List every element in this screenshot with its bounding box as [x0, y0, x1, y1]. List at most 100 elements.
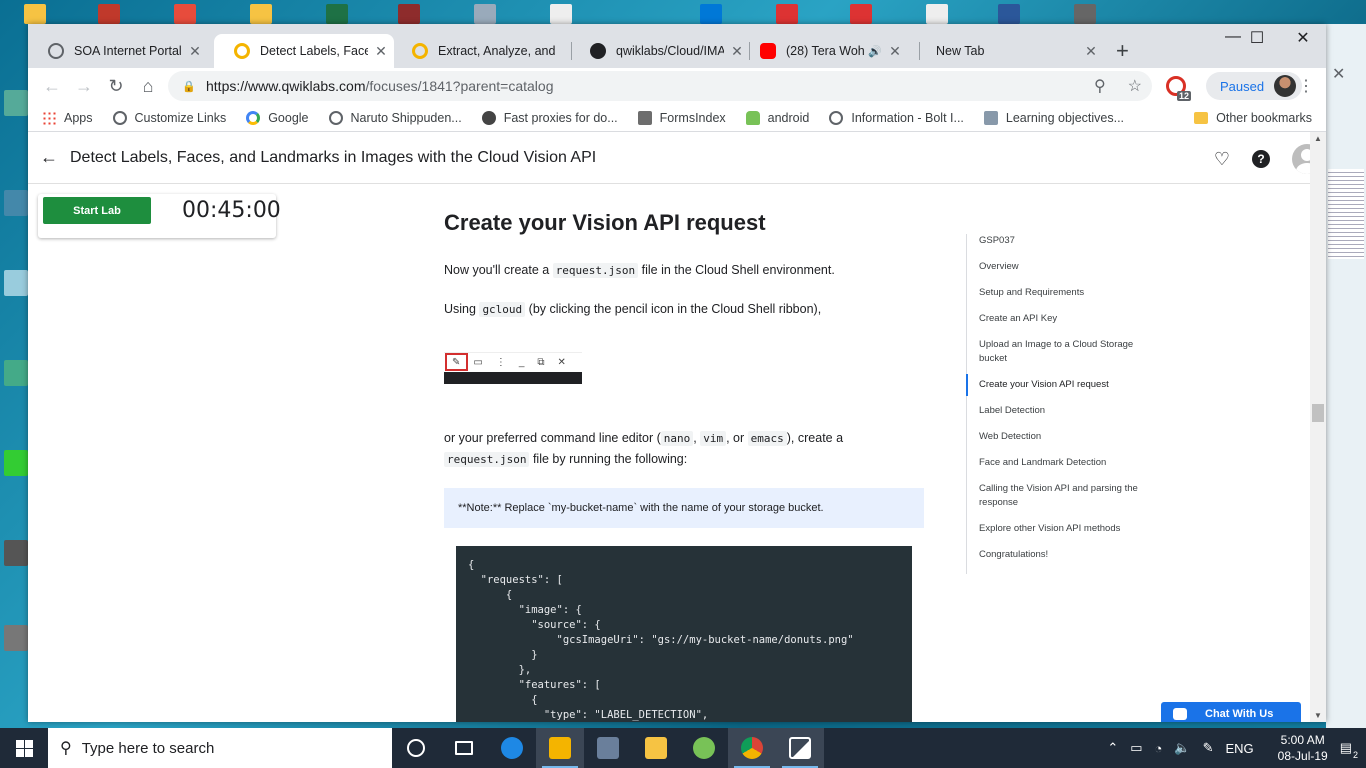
- extension-badge: 12: [1176, 91, 1191, 101]
- tab-youtube[interactable]: (28) Tera Woh Pyar🔊✕: [740, 34, 920, 68]
- minimap: [1328, 169, 1364, 259]
- forward-icon[interactable]: →: [68, 76, 100, 97]
- utorrent-icon[interactable]: [2, 450, 30, 478]
- chat-with-us-button[interactable]: Chat With Us: [1161, 702, 1301, 722]
- toc-item[interactable]: Create your Vision API request: [966, 374, 1146, 396]
- browser-window: SOA Internet Portal ✕ Detect Labels, Face…: [28, 24, 1326, 722]
- zoom-icon[interactable]: ⚲: [1094, 76, 1106, 96]
- lab-timer: 00:45:00: [182, 198, 281, 223]
- page-scrollbar[interactable]: ▲ ▼: [1310, 132, 1326, 722]
- other-bookmarks[interactable]: Other bookmarks: [1194, 111, 1312, 125]
- bookmark-proxies[interactable]: Fast proxies for do...: [481, 110, 618, 125]
- toc-item[interactable]: Explore other Vision API methods: [979, 522, 1146, 536]
- toc-item[interactable]: Upload an Image to a Cloud Storage bucke…: [979, 338, 1146, 366]
- toc-item[interactable]: Create an API Key: [979, 312, 1146, 326]
- menu-icon[interactable]: ⋮: [1298, 76, 1314, 96]
- taskbar-chrome[interactable]: [728, 728, 776, 768]
- desktop-icon[interactable]: [2, 540, 30, 568]
- language-indicator[interactable]: ENG: [1226, 741, 1254, 756]
- folder-icon: [645, 737, 667, 759]
- close-icon[interactable]: ✕: [182, 43, 208, 60]
- tab-github[interactable]: qwiklabs/Cloud/IMA ✕: [570, 34, 750, 68]
- toc-item[interactable]: Web Detection: [979, 430, 1146, 444]
- chevron-up-icon[interactable]: ⌃: [1107, 740, 1118, 756]
- tab-new-tab[interactable]: New Tab ✕: [916, 34, 1104, 68]
- speaker-icon: 🔊: [868, 45, 882, 58]
- notification-icon[interactable]: ▤ 2: [1340, 740, 1358, 760]
- scroll-up-icon[interactable]: ▲: [1314, 134, 1322, 143]
- bookmark-star-icon[interactable]: ☆: [1128, 76, 1142, 96]
- bookmark-google[interactable]: Google: [246, 110, 309, 125]
- start-button[interactable]: [0, 728, 48, 768]
- bookmark-naruto[interactable]: Naruto Shippuden...: [328, 110, 462, 125]
- toc-item[interactable]: Face and Landmark Detection: [979, 456, 1146, 470]
- recycle-bin-icon[interactable]: [2, 270, 30, 298]
- toc-item[interactable]: Label Detection: [979, 404, 1146, 418]
- desktop-icon[interactable]: [2, 90, 30, 118]
- bookmark-formsindex[interactable]: FormsIndex: [637, 110, 726, 125]
- desktop-icon[interactable]: [2, 360, 30, 388]
- battery-icon[interactable]: ▭: [1130, 740, 1142, 756]
- close-window-button[interactable]: ✕: [1280, 28, 1326, 48]
- inline-code: vim: [700, 431, 727, 446]
- back-arrow-icon[interactable]: ←: [40, 147, 58, 168]
- taskbar-android-studio[interactable]: [680, 728, 728, 768]
- desktop-icon[interactable]: [2, 625, 30, 653]
- close-icon[interactable]: ✕: [1078, 43, 1104, 60]
- help-icon[interactable]: ?: [1252, 150, 1270, 168]
- wifi-icon[interactable]: ◔: [1155, 741, 1163, 756]
- clock-date: 08-Jul-19: [1277, 749, 1328, 763]
- bookmark-customize-links[interactable]: Customize Links: [112, 110, 226, 125]
- taskbar-explorer[interactable]: [632, 728, 680, 768]
- taskbar-slides[interactable]: [536, 728, 584, 768]
- task-view-button[interactable]: [440, 728, 488, 768]
- home-icon[interactable]: ⌂: [132, 76, 164, 97]
- bookmark-apps[interactable]: Apps: [42, 110, 93, 125]
- desktop-icon[interactable]: [2, 190, 30, 218]
- scrollbar-thumb[interactable]: [1312, 404, 1324, 422]
- tab-detect-labels[interactable]: Detect Labels, Faces,✕: [214, 34, 394, 68]
- tab-soa-portal[interactable]: SOA Internet Portal ✕: [28, 34, 208, 68]
- cortana-button[interactable]: [392, 728, 440, 768]
- system-tray: ⌃ ▭ ◔ 🔈 ✎ ENG 5:00 AM 08-Jul-19 ▤ 2: [1107, 728, 1366, 768]
- bookmark-information[interactable]: Information - Bolt I...: [829, 110, 964, 125]
- heart-icon[interactable]: ♡: [1214, 149, 1230, 170]
- toc-item[interactable]: Setup and Requirements: [979, 286, 1146, 300]
- toc-item[interactable]: Overview: [979, 260, 1146, 274]
- clock[interactable]: 5:00 AM 08-Jul-19: [1278, 732, 1328, 764]
- profile-button[interactable]: Paused: [1206, 72, 1303, 100]
- toc-item[interactable]: Congratulations!: [979, 548, 1146, 562]
- page-content: ← Detect Labels, Faces, and Landmarks in…: [28, 132, 1326, 722]
- reload-icon[interactable]: ↻: [100, 76, 132, 97]
- start-lab-button[interactable]: Start Lab: [43, 197, 151, 224]
- extension-icon[interactable]: 12: [1166, 76, 1191, 101]
- tab-extract-analyze[interactable]: Extract, Analyze, and: [392, 34, 572, 68]
- toc-item[interactable]: GSP037: [979, 234, 1146, 248]
- taskbar-edge[interactable]: [488, 728, 536, 768]
- taskbar-photos[interactable]: [776, 728, 824, 768]
- github-icon: [590, 43, 606, 59]
- maximize-button[interactable]: ☐: [1234, 28, 1280, 48]
- close-icon[interactable]: ✕: [368, 43, 394, 60]
- volume-icon[interactable]: 🔈: [1174, 740, 1190, 756]
- close-icon[interactable]: ✕: [882, 43, 908, 60]
- bookmark-android[interactable]: android: [745, 110, 809, 125]
- minimize-icon: _: [518, 357, 525, 368]
- chat-label: Chat With Us: [1205, 708, 1274, 720]
- pen-icon[interactable]: ✎: [1203, 740, 1214, 756]
- globe-icon: [328, 110, 343, 125]
- android-icon: [745, 110, 760, 125]
- bookmark-label: Fast proxies for do...: [503, 110, 618, 125]
- bookmark-learning-objectives[interactable]: Learning objectives...: [983, 110, 1124, 125]
- back-icon[interactable]: ←: [36, 76, 68, 97]
- lab-control-card: Start Lab 00:45:00: [38, 194, 281, 238]
- text: file in the Cloud Shell environment.: [638, 263, 835, 277]
- taskbar-sql[interactable]: [584, 728, 632, 768]
- code-block[interactable]: { "requests": [ { "image": { "source": {…: [456, 546, 912, 722]
- taskbar-search[interactable]: ⚲ Type here to search: [48, 728, 392, 768]
- new-tab-button[interactable]: +: [1116, 38, 1129, 64]
- close-icon[interactable]: ✕: [1332, 64, 1345, 84]
- toc-item[interactable]: Calling the Vision API and parsing the r…: [979, 482, 1146, 510]
- address-bar[interactable]: 🔒 https://www.qwiklabs.com/focuses/1841?…: [168, 71, 1152, 101]
- scroll-down-icon[interactable]: ▼: [1314, 711, 1322, 720]
